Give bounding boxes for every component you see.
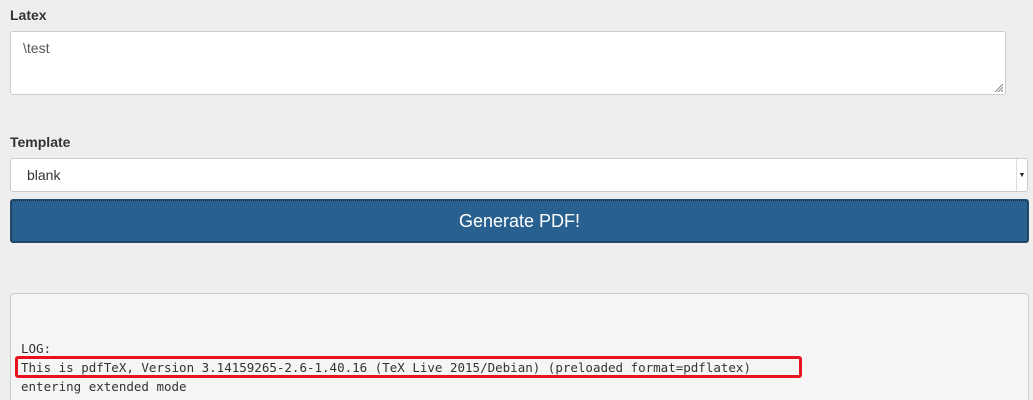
dropdown-arrow-icon[interactable]: ▼ [1016, 159, 1027, 191]
page: Latex \test Template blank ▼ Generate PD… [0, 0, 1033, 400]
template-label: Template [10, 134, 71, 150]
latex-label: Latex [10, 7, 47, 23]
log-panel: LOG: This is pdfTeX, Version 3.14159265-… [10, 293, 1029, 400]
template-select-value: blank [27, 167, 61, 183]
generate-pdf-button[interactable]: Generate PDF! [10, 199, 1029, 243]
template-select[interactable]: blank ▼ [10, 158, 1028, 192]
highlight-annotation-box [15, 356, 802, 378]
resize-grip-icon[interactable] [993, 82, 1003, 92]
latex-textarea-value: \test [23, 40, 50, 56]
latex-textarea[interactable]: \test [10, 31, 1006, 95]
log-line: entering extended mode [21, 379, 187, 394]
